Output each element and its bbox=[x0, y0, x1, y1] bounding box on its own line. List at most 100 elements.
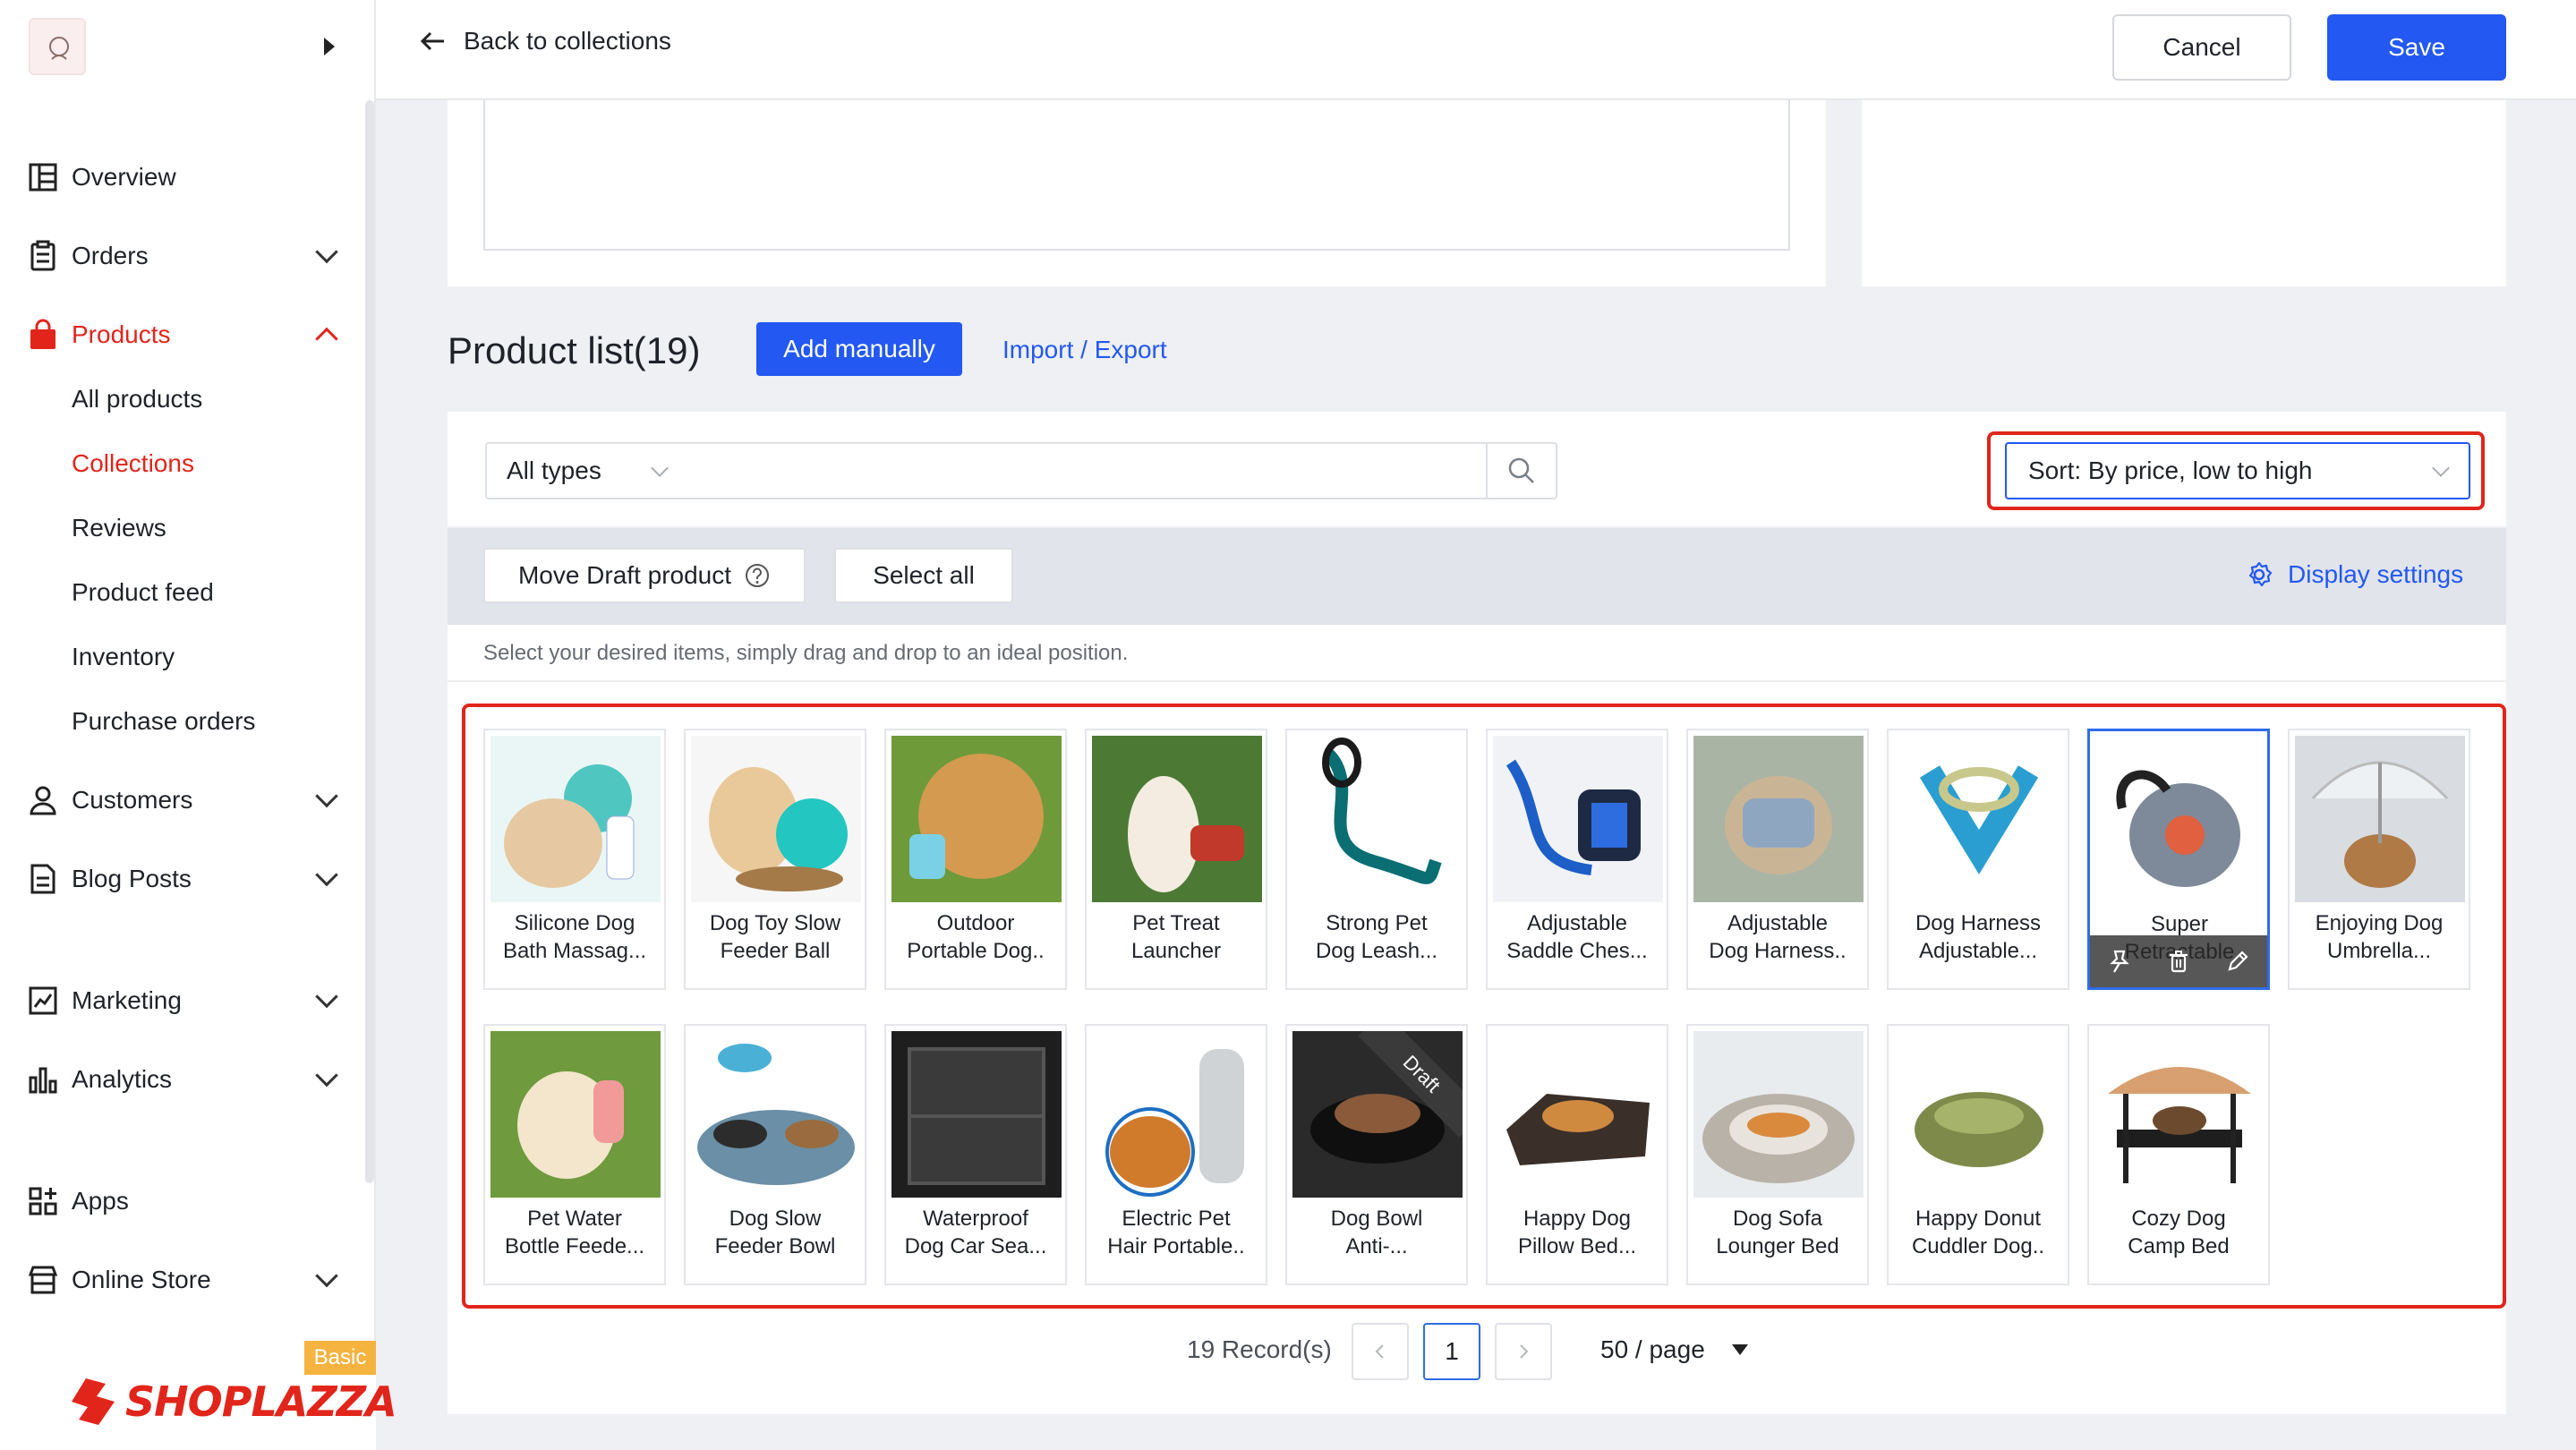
nav-products[interactable]: Products bbox=[0, 308, 358, 362]
edit-pencil-icon[interactable] bbox=[2224, 948, 2251, 975]
cancel-button[interactable]: Cancel bbox=[2112, 14, 2291, 81]
product-tile[interactable]: Waterproof Dog Car Sea... bbox=[884, 1024, 1067, 1285]
sidebar-expand-icon[interactable] bbox=[324, 38, 335, 55]
next-page-button[interactable] bbox=[1495, 1323, 1552, 1380]
move-draft-button[interactable]: Move Draft product bbox=[483, 548, 806, 603]
pin-icon[interactable] bbox=[2106, 948, 2133, 975]
arrow-left-icon bbox=[420, 31, 444, 51]
product-tile[interactable]: Outdoor Portable Dog.. bbox=[884, 729, 1067, 990]
subnav-all-products[interactable]: All products bbox=[72, 385, 202, 414]
display-settings-label: Display settings bbox=[2288, 560, 2464, 588]
product-name-line2: Dog Car Sea... bbox=[904, 1234, 1047, 1258]
import-export-link[interactable]: Import / Export bbox=[1002, 336, 1167, 364]
product-tile[interactable]: Adjustable Saddle Ches... bbox=[1486, 729, 1668, 990]
product-tile[interactable]: Pet Water Bottle Feede... bbox=[483, 1024, 666, 1285]
product-thumbnail bbox=[1693, 1031, 1864, 1198]
product-tile[interactable]: Dog Toy Slow Feeder Ball bbox=[684, 729, 866, 990]
product-tile[interactable]: Adjustable Dog Harness.. bbox=[1686, 729, 1869, 990]
product-name: Pet Treat Launcher bbox=[1087, 909, 1266, 965]
back-to-collections-link[interactable]: Back to collections bbox=[419, 27, 671, 55]
product-tile[interactable]: Silicone Dog Bath Massag... bbox=[483, 729, 666, 990]
product-name-line1: Dog Sofa bbox=[1732, 1207, 1823, 1231]
product-tile[interactable]: Strong Pet Dog Leash... bbox=[1285, 729, 1468, 990]
add-manually-button[interactable]: Add manually bbox=[756, 322, 962, 376]
product-tile[interactable]: Pet Treat Launcher bbox=[1085, 729, 1267, 990]
product-name-line1: Waterproof bbox=[923, 1207, 1028, 1231]
sidebar-scrollbar[interactable] bbox=[365, 100, 374, 1183]
product-name: Dog Sofa Lounger Bed bbox=[1688, 1205, 1867, 1260]
plan-badge: Basic bbox=[304, 1341, 376, 1375]
nav-overview[interactable]: Overview bbox=[0, 150, 358, 204]
page-size-select[interactable]: 50 / page bbox=[1600, 1335, 1748, 1364]
product-name-line2: Bottle Feede... bbox=[504, 1234, 645, 1258]
page-button-1[interactable]: 1 bbox=[1423, 1323, 1480, 1380]
product-thumbnail bbox=[891, 1031, 1062, 1198]
product-tile[interactable]: Dog Harness Adjustable... bbox=[1887, 729, 2069, 990]
sidebar: Overview Orders Products All products Co… bbox=[0, 0, 397, 1450]
caret-down-icon bbox=[1731, 1344, 1748, 1355]
product-tile[interactable]: Dog Sofa Lounger Bed bbox=[1686, 1024, 1869, 1285]
product-tile[interactable]: Happy Dog Pillow Bed... bbox=[1486, 1024, 1668, 1285]
nav-online-store[interactable]: Online Store bbox=[0, 1253, 358, 1307]
product-name: Happy Dog Pillow Bed... bbox=[1488, 1205, 1667, 1260]
product-list-card: Select your desired items, simply drag a… bbox=[448, 625, 2506, 1414]
nav-orders[interactable]: Orders bbox=[0, 229, 358, 283]
product-tile[interactable]: Cozy Dog Camp Bed bbox=[2087, 1024, 2270, 1285]
product-tile[interactable]: Draft Dog Bowl Anti-... bbox=[1285, 1024, 1468, 1285]
nav-apps[interactable]: Apps bbox=[0, 1174, 358, 1228]
subnav-collections[interactable]: Collections bbox=[72, 449, 194, 478]
type-filter-select[interactable]: All types bbox=[485, 442, 686, 499]
description-card bbox=[448, 100, 1826, 286]
product-tile[interactable]: Enjoying Dog Umbrella... bbox=[2288, 729, 2470, 990]
select-all-button[interactable]: Select all bbox=[834, 548, 1013, 603]
description-editor[interactable] bbox=[483, 100, 1790, 251]
tile-action-bar bbox=[2090, 935, 2267, 987]
product-thumbnail bbox=[1493, 736, 1663, 902]
subnav-reviews[interactable]: Reviews bbox=[72, 514, 166, 542]
store-icon bbox=[28, 1266, 58, 1294]
trash-icon[interactable] bbox=[2165, 948, 2192, 975]
nav-marketing[interactable]: Marketing bbox=[0, 974, 358, 1028]
apps-icon bbox=[29, 1187, 57, 1215]
product-thumbnail bbox=[1092, 736, 1262, 902]
subnav-inventory[interactable]: Inventory bbox=[72, 643, 175, 671]
product-thumbnail bbox=[1493, 1031, 1663, 1198]
product-name: Dog Toy Slow Feeder Ball bbox=[686, 909, 865, 965]
product-name-line2: Dog Leash... bbox=[1315, 939, 1438, 963]
product-name: Waterproof Dog Car Sea... bbox=[886, 1205, 1065, 1260]
divider bbox=[448, 680, 2506, 682]
search-button[interactable] bbox=[1486, 442, 1557, 499]
product-tile[interactable]: Electric Pet Hair Portable.. bbox=[1085, 1024, 1267, 1285]
nav-customers[interactable]: Customers bbox=[0, 773, 358, 827]
product-tile[interactable]: SuperRetractable bbox=[2087, 729, 2270, 990]
product-name-line2: Lounger Bed bbox=[1716, 1234, 1839, 1258]
product-name: Adjustable Dog Harness.. bbox=[1688, 909, 1867, 965]
search-input[interactable] bbox=[684, 442, 1488, 499]
product-thumbnail bbox=[1292, 736, 1463, 902]
product-name-line2: Bath Massag... bbox=[502, 939, 647, 963]
sort-value: Sort: By price, low to high bbox=[2028, 456, 2313, 484]
nav-blog-posts[interactable]: Blog Posts bbox=[0, 852, 358, 906]
product-tile[interactable]: Happy Donut Cuddler Dog.. bbox=[1887, 1024, 2069, 1285]
display-settings-link[interactable]: Display settings bbox=[2245, 560, 2463, 589]
store-logo[interactable] bbox=[29, 18, 86, 75]
nav-analytics[interactable]: Analytics bbox=[0, 1053, 358, 1106]
nav-apps-label: Apps bbox=[72, 1187, 129, 1215]
product-name-line1: Electric Pet bbox=[1122, 1207, 1231, 1231]
product-tile[interactable]: Dog Slow Feeder Bowl bbox=[684, 1024, 866, 1285]
save-button[interactable]: Save bbox=[2327, 14, 2506, 81]
subnav-purchase-orders[interactable]: Purchase orders bbox=[72, 707, 255, 736]
chevron-down-icon bbox=[315, 985, 338, 1009]
product-name: Cozy Dog Camp Bed bbox=[2089, 1205, 2268, 1260]
prev-page-button[interactable] bbox=[1352, 1323, 1409, 1380]
sort-select[interactable]: Sort: By price, low to high bbox=[2005, 442, 2470, 499]
product-name: Pet Water Bottle Feede... bbox=[485, 1205, 664, 1260]
analytics-icon bbox=[29, 1067, 57, 1094]
product-name: Dog Slow Feeder Bowl bbox=[686, 1205, 865, 1260]
product-name-line1: Adjustable bbox=[1526, 911, 1628, 935]
subnav-product-feed[interactable]: Product feed bbox=[72, 578, 214, 607]
help-circle-icon[interactable] bbox=[744, 562, 771, 589]
product-thumbnail bbox=[691, 736, 861, 902]
product-thumbnail bbox=[891, 736, 1062, 902]
product-name-line2: Feeder Ball bbox=[720, 939, 831, 963]
